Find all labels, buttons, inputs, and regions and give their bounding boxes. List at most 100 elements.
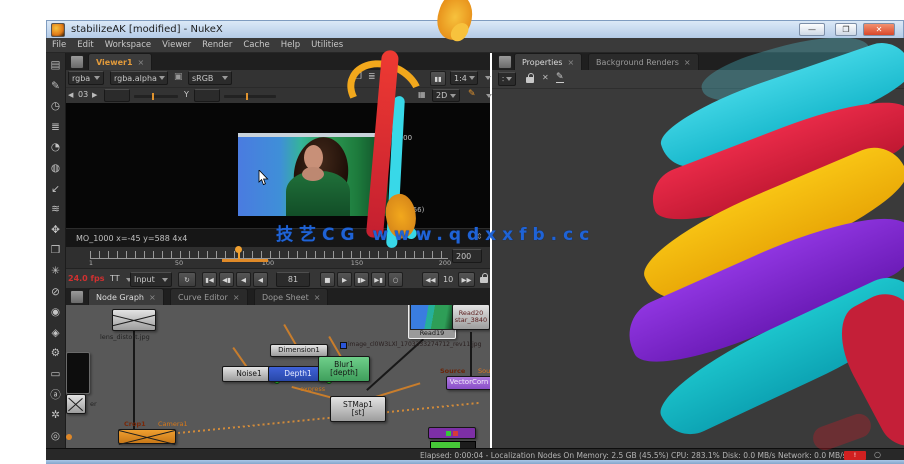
- gamma-slider[interactable]: [224, 93, 276, 100]
- gamma-field[interactable]: [194, 89, 220, 102]
- frame-fwd-icon[interactable]: ▶: [92, 91, 97, 99]
- menu-render[interactable]: Render: [202, 40, 232, 50]
- panel-menu-icon[interactable]: [70, 55, 84, 69]
- menu-edit[interactable]: Edit: [77, 40, 93, 50]
- play-button[interactable]: ▶: [337, 272, 352, 287]
- render-icon[interactable]: ◎: [49, 430, 63, 442]
- stop-button[interactable]: ■: [320, 272, 335, 287]
- pencil-icon[interactable]: ✎: [468, 89, 476, 99]
- lock-icon[interactable]: [526, 73, 534, 83]
- node-read-dark-crossed[interactable]: [66, 394, 86, 414]
- node-vectorcorner[interactable]: VectorCorn: [446, 376, 490, 390]
- panel-menu-icon[interactable]: [70, 290, 84, 304]
- maximize-button[interactable]: ❐: [835, 23, 857, 36]
- frame-step-value[interactable]: 10: [443, 275, 453, 284]
- tab-viewer1[interactable]: Viewer1 ×: [88, 53, 153, 70]
- toolsets-icon[interactable]: ⚙: [49, 347, 63, 359]
- cycle-button[interactable]: ○: [388, 272, 403, 287]
- plugins-icon[interactable]: ⓐ: [49, 389, 63, 401]
- menu-viewer[interactable]: Viewer: [162, 40, 191, 50]
- goto-start-button[interactable]: ▮◀: [202, 272, 217, 287]
- range-mode-dropdown[interactable]: TT: [110, 274, 120, 283]
- frame-back-icon[interactable]: ◀: [68, 91, 73, 99]
- tab-close-icon[interactable]: ×: [233, 293, 240, 302]
- minimize-button[interactable]: —: [799, 23, 825, 36]
- merge-icon[interactable]: ≋: [49, 203, 63, 215]
- node-lens-read[interactable]: [112, 309, 156, 331]
- step-back-button[interactable]: ◀: [253, 272, 268, 287]
- prev-keyframe-button[interactable]: ◀▮: [219, 272, 234, 287]
- tab-properties[interactable]: Properties ×: [514, 53, 583, 70]
- image-icon[interactable]: ▤: [49, 59, 63, 71]
- step-forward-button[interactable]: ▮▶: [354, 272, 369, 287]
- keyer-icon[interactable]: ↙: [49, 183, 63, 195]
- expand-icon[interactable]: ⇕: [476, 232, 483, 241]
- menu-cache[interactable]: Cache: [243, 40, 269, 50]
- tab-close-icon[interactable]: ×: [149, 293, 156, 302]
- tab-close-icon[interactable]: ×: [684, 58, 691, 67]
- filter-icon[interactable]: ◍: [49, 162, 63, 174]
- layer-dropdown[interactable]: rgba: [68, 71, 104, 85]
- play-backward-button[interactable]: ◀: [236, 272, 251, 287]
- range-end-field[interactable]: 200: [452, 249, 482, 263]
- view-mode-dropdown[interactable]: 2D: [432, 89, 460, 102]
- close-button[interactable]: ✕: [863, 23, 895, 36]
- loop-mode-button[interactable]: ↻: [178, 272, 196, 287]
- node-stmap1[interactable]: STMap1 [st]: [330, 396, 386, 422]
- lut-dropdown[interactable]: sRGB: [188, 71, 232, 85]
- node-graph-canvas[interactable]: express lens_distort.jpg er Noise1 Dimen…: [66, 305, 490, 448]
- tab-dope-sheet[interactable]: Dope Sheet ×: [254, 288, 329, 305]
- node-write-progress[interactable]: [428, 427, 476, 439]
- zoom-ratio-dropdown[interactable]: 1:4: [450, 71, 478, 85]
- lock-icon[interactable]: [480, 273, 488, 283]
- properties-list-dropdown[interactable]: ∶: [498, 72, 516, 86]
- panel-menu-icon[interactable]: [498, 55, 512, 69]
- gain-slider-handle[interactable]: [152, 93, 154, 100]
- roi-icon[interactable]: ▦: [418, 90, 426, 99]
- menu-help[interactable]: Help: [281, 40, 300, 50]
- timeline-ruler[interactable]: 1 50 100 150 200 200: [66, 246, 490, 268]
- deep-icon[interactable]: ⊘: [49, 286, 63, 298]
- goto-end-button[interactable]: ▶▮: [371, 272, 386, 287]
- tab-node-graph[interactable]: Node Graph ×: [88, 288, 164, 305]
- wipe-icon[interactable]: ❐: [354, 72, 362, 82]
- jump-back-button[interactable]: ◀◀: [422, 272, 439, 287]
- gain-slider[interactable]: [134, 93, 178, 100]
- threed-icon[interactable]: ❒: [49, 244, 63, 256]
- pause-button[interactable]: ▮▮: [430, 71, 446, 86]
- other-icon[interactable]: ▭: [49, 368, 63, 380]
- tab-close-icon[interactable]: ×: [567, 58, 574, 67]
- gamma-icon[interactable]: ▣: [174, 72, 183, 82]
- viewer-canvas[interactable]: .1000 (608x256): [66, 103, 490, 228]
- channel-dropdown[interactable]: rgba.alpha: [110, 71, 168, 85]
- channel-icon[interactable]: ≣: [49, 121, 63, 133]
- metadata-icon[interactable]: ◈: [49, 327, 63, 339]
- node-crop-crossed[interactable]: [118, 429, 176, 444]
- menu-workspace[interactable]: Workspace: [105, 40, 151, 50]
- viewer-tab-close-icon[interactable]: ×: [138, 58, 145, 67]
- jump-forward-button[interactable]: ▶▶: [458, 272, 475, 287]
- draw-icon[interactable]: ✎: [49, 80, 63, 92]
- sparkles-icon[interactable]: ✲: [49, 409, 63, 421]
- time-icon[interactable]: ◷: [49, 100, 63, 112]
- particles-icon[interactable]: ✳: [49, 265, 63, 277]
- views-icon[interactable]: ◉: [49, 306, 63, 318]
- gamma-slider-handle[interactable]: [246, 93, 248, 100]
- menu-utilities[interactable]: Utilities: [311, 40, 343, 50]
- edit-icon[interactable]: ✎: [556, 72, 564, 83]
- current-frame-field[interactable]: 81: [276, 272, 310, 287]
- node-read19[interactable]: Read19: [408, 305, 456, 339]
- error-badge[interactable]: !: [844, 450, 866, 460]
- gain-field[interactable]: [104, 89, 130, 102]
- node-blur1[interactable]: Blur1 [depth]: [318, 356, 370, 382]
- chevron-down-icon[interactable]: [485, 76, 491, 80]
- node-read20[interactable]: Read20 star_3840: [452, 305, 490, 330]
- menu-file[interactable]: File: [52, 40, 66, 50]
- tab-close-icon[interactable]: ×: [314, 293, 321, 302]
- window-titlebar[interactable]: stabilizeAK [modified] - NukeX — ❐ ✕: [46, 20, 904, 38]
- node-read-dark[interactable]: [66, 352, 90, 394]
- playhead-handle[interactable]: [235, 246, 242, 253]
- stack-icon[interactable]: ≣: [368, 72, 376, 82]
- input-dropdown[interactable]: Input: [130, 272, 172, 287]
- transform-icon[interactable]: ✥: [49, 224, 63, 236]
